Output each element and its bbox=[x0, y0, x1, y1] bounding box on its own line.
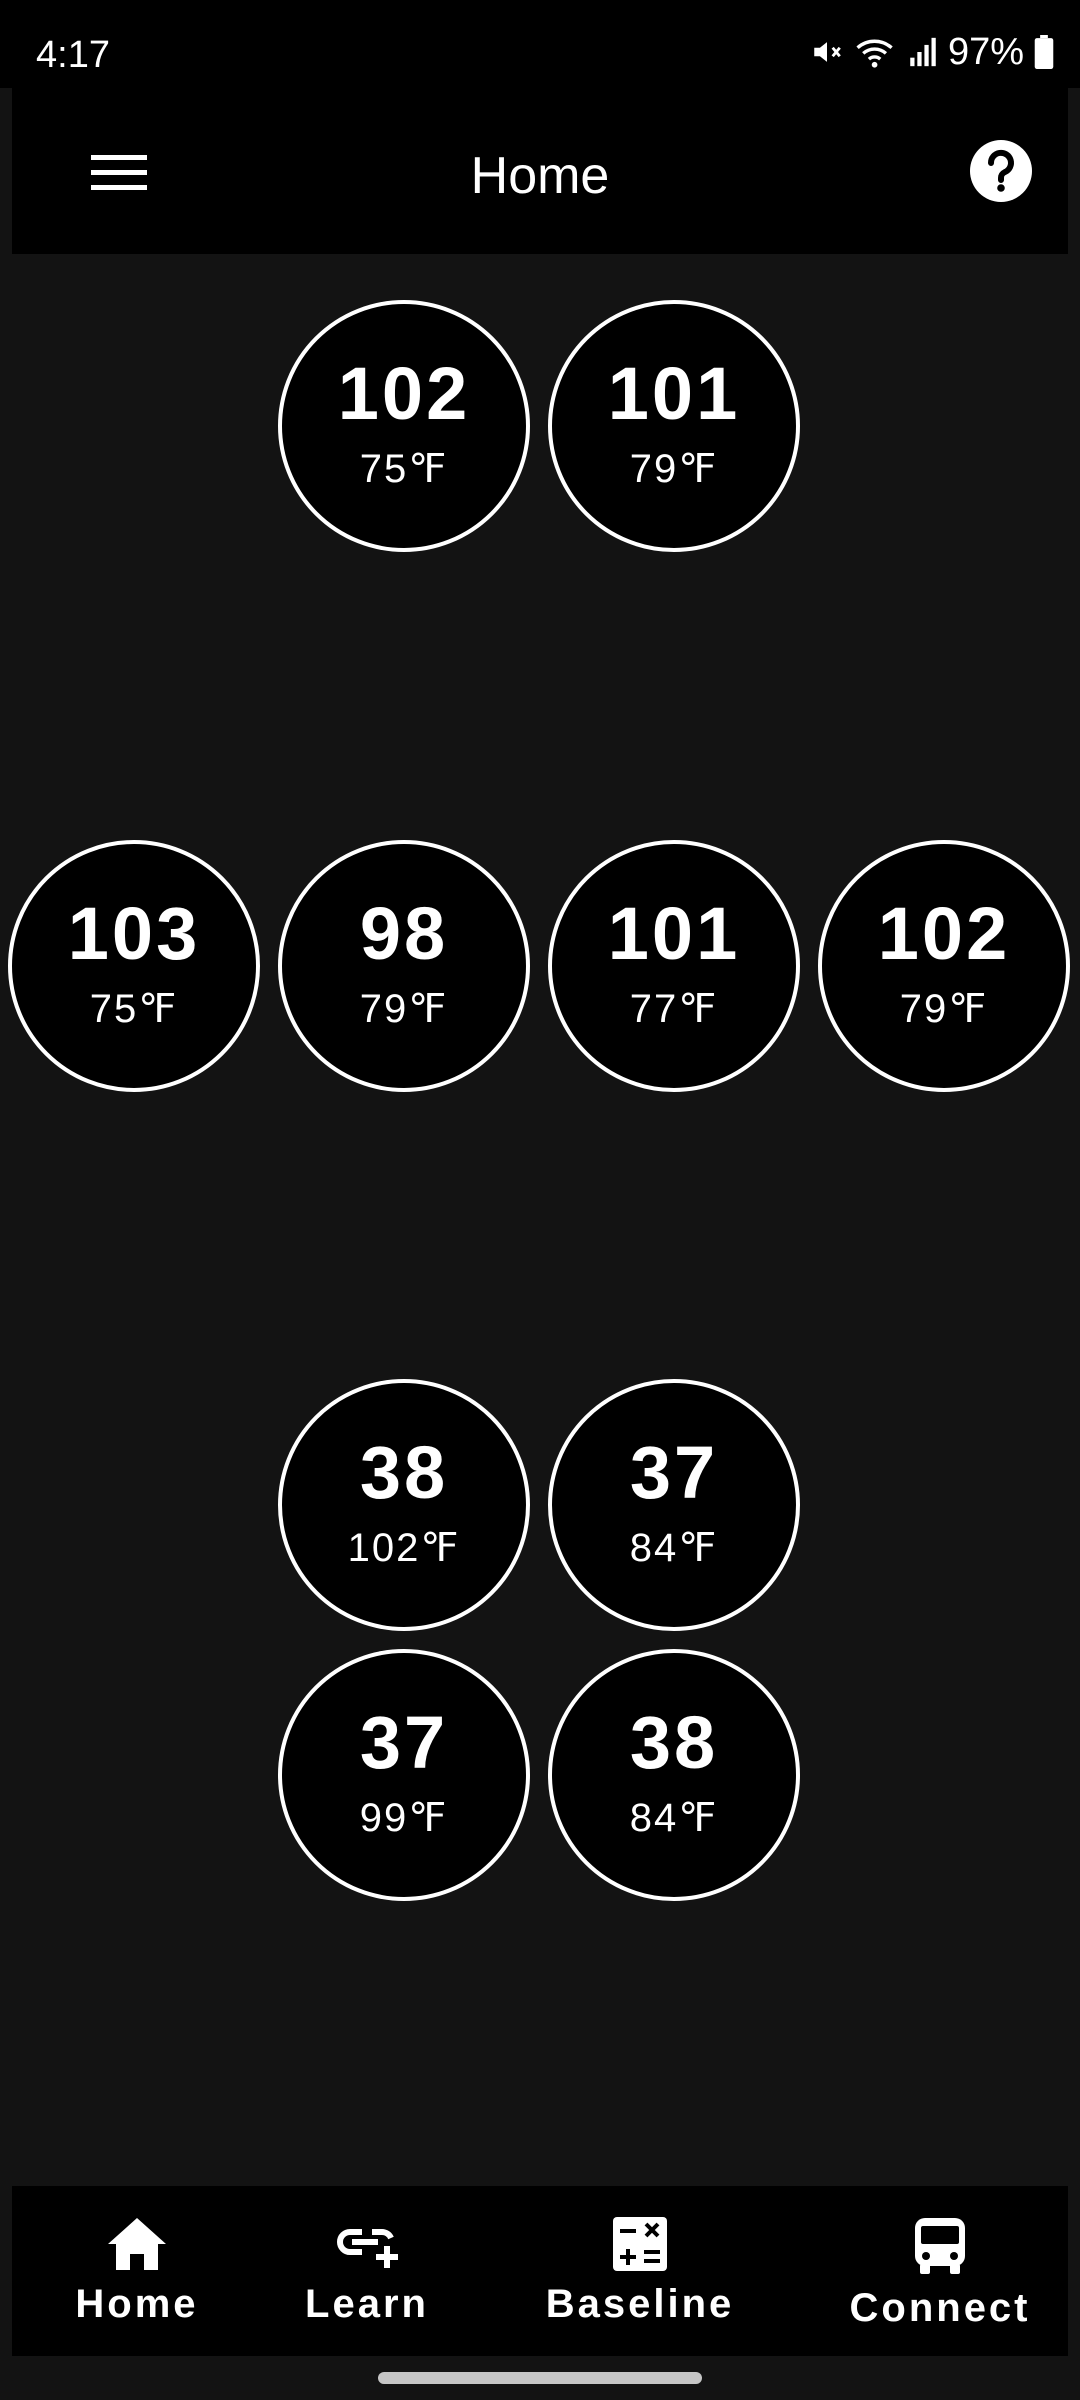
wifi-icon bbox=[856, 39, 893, 68]
gauge-value: 38 bbox=[629, 1701, 719, 1784]
sensor-gauge[interactable]: 98 79℉ bbox=[278, 840, 530, 1092]
sensor-gauge[interactable]: 38 84℉ bbox=[548, 1649, 800, 1901]
sensor-gauge[interactable]: 103 75℉ bbox=[8, 840, 260, 1092]
gauge-temperature: 84℉ bbox=[629, 1526, 719, 1570]
nav-item-connect[interactable]: Connect bbox=[830, 2216, 1050, 2331]
gauge-temperature: 99℉ bbox=[359, 1796, 449, 1840]
gauge-value: 37 bbox=[359, 1701, 449, 1784]
status-bar: 4:17 97% bbox=[0, 0, 1080, 88]
sensor-gauge[interactable]: 101 77℉ bbox=[548, 840, 800, 1092]
app-bar: Home bbox=[12, 88, 1068, 254]
sensor-gauge[interactable]: 37 84℉ bbox=[548, 1379, 800, 1631]
sensor-gauge[interactable]: 38 102℉ bbox=[278, 1379, 530, 1631]
gauge-temperature: 84℉ bbox=[629, 1796, 719, 1840]
mute-icon bbox=[814, 42, 841, 62]
gauge-temperature: 79℉ bbox=[899, 987, 989, 1031]
bottom-navigation: Home Learn Baseline Connect bbox=[12, 2186, 1068, 2356]
gauge-temperature: 75℉ bbox=[89, 987, 179, 1031]
help-button[interactable] bbox=[968, 138, 1034, 204]
gauge-value: 102 bbox=[877, 892, 1011, 975]
gauge-temperature: 75℉ bbox=[359, 447, 449, 491]
nav-item-learn[interactable]: Learn bbox=[292, 2216, 442, 2327]
help-icon bbox=[970, 140, 1032, 202]
gauge-value: 103 bbox=[67, 892, 201, 975]
gauge-value: 102 bbox=[337, 352, 471, 435]
battery-icon bbox=[1034, 35, 1054, 69]
gauge-value: 37 bbox=[629, 1431, 719, 1514]
gesture-navigation-bar[interactable] bbox=[378, 2372, 702, 2384]
bus-icon bbox=[915, 2218, 965, 2274]
gauge-area: 102 75℉ 101 79℉ 103 75℉ 98 79℉ 101 77℉ 1… bbox=[0, 254, 1080, 2184]
nav-label: Baseline bbox=[545, 2282, 735, 2326]
nav-item-baseline[interactable]: Baseline bbox=[530, 2216, 750, 2327]
nav-label: Connect bbox=[849, 2286, 1031, 2330]
gauge-value: 101 bbox=[607, 352, 741, 435]
nav-label: Learn bbox=[305, 2282, 429, 2326]
gauge-temperature: 102℉ bbox=[347, 1526, 461, 1570]
page-title: Home bbox=[470, 147, 610, 205]
battery-percent: 97% bbox=[947, 30, 1024, 73]
calculator-icon bbox=[613, 2217, 667, 2271]
signal-icon bbox=[910, 37, 936, 67]
gauge-value: 38 bbox=[359, 1431, 449, 1514]
sensor-gauge[interactable]: 37 99℉ bbox=[278, 1649, 530, 1901]
sensor-gauge[interactable]: 101 79℉ bbox=[548, 300, 800, 552]
gauge-temperature: 77℉ bbox=[629, 987, 719, 1031]
gauge-value: 98 bbox=[359, 892, 449, 975]
status-icons: 97% bbox=[810, 30, 1054, 73]
link-add-icon bbox=[337, 2229, 398, 2268]
home-icon bbox=[108, 2218, 166, 2270]
nav-label: Home bbox=[75, 2282, 199, 2326]
gauge-value: 101 bbox=[607, 892, 741, 975]
nav-item-home[interactable]: Home bbox=[62, 2216, 212, 2327]
sensor-gauge[interactable]: 102 79℉ bbox=[818, 840, 1070, 1092]
sensor-gauge[interactable]: 102 75℉ bbox=[278, 300, 530, 552]
status-time: 4:17 bbox=[36, 34, 110, 76]
gauge-temperature: 79℉ bbox=[629, 447, 719, 491]
gauge-temperature: 79℉ bbox=[359, 987, 449, 1031]
